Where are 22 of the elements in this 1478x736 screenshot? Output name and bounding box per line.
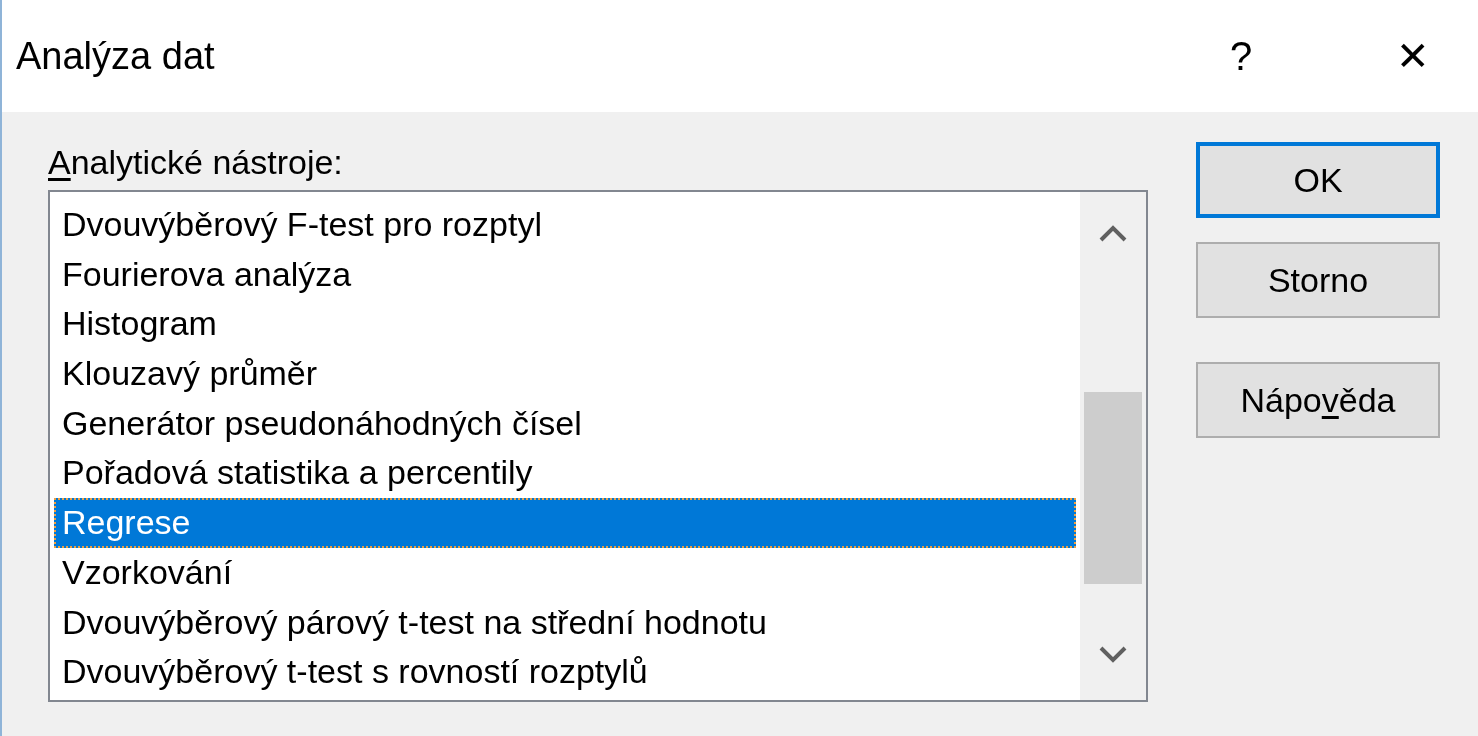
dialog-button[interactable]: OK — [1196, 142, 1440, 218]
list-item[interactable]: Generátor pseudonáhodných čísel — [54, 398, 1076, 449]
list-item[interactable]: Fourierova analýza — [54, 249, 1076, 300]
list-item[interactable]: Vzorkování — [54, 547, 1076, 598]
list-item[interactable]: Dvouvýběrový F-test pro rozptyl — [54, 200, 1076, 250]
tools-label: Analytické nástroje: — [48, 142, 344, 183]
list-item[interactable]: Klouzavý průměr — [54, 349, 1076, 399]
tools-listbox[interactable] — [48, 190, 1148, 702]
list-item[interactable]: Pořadová statistika a percentily — [54, 448, 1076, 499]
dialog-button[interactable]: Nápověda — [1196, 362, 1440, 438]
scrollbar[interactable] — [1080, 192, 1146, 700]
list-item[interactable]: Dvouvýběrový t-test s rovností rozptylů — [54, 647, 1076, 697]
list-item[interactable]: Histogram — [54, 299, 1076, 350]
list-item[interactable]: Regrese — [54, 498, 1076, 548]
scroll-down-icon[interactable] — [1099, 646, 1127, 664]
scroll-thumb[interactable] — [1084, 392, 1142, 584]
help-button[interactable]: ? — [1196, 16, 1286, 96]
window-title: Analýza dat — [16, 33, 216, 79]
close-button[interactable]: ✕ — [1368, 16, 1458, 96]
list-item[interactable]: Dvouvýběrový párový t-test na střední hodnotu — [54, 597, 1076, 648]
scroll-up-icon[interactable] — [1099, 224, 1127, 242]
dialog-button[interactable]: Storno — [1196, 242, 1440, 318]
